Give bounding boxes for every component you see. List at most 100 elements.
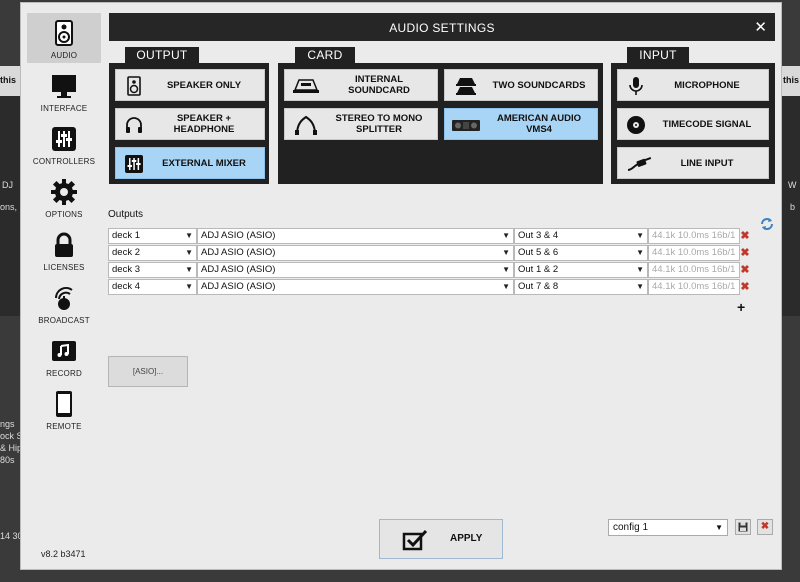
background-text: b <box>790 202 796 212</box>
deck-select[interactable]: deck 1 ▼ <box>108 228 197 244</box>
format-field[interactable]: 44.1k 10.0ms 16b/1 <box>648 262 740 278</box>
option-label: SPEAKER + HEADPHONE <box>173 113 235 135</box>
sidebar-item-options[interactable]: OPTIONS <box>27 172 101 222</box>
sidebar-item-label: RECORD <box>46 369 82 378</box>
option-label: AMERICAN AUDIO VMS4 <box>496 113 582 135</box>
deck-select[interactable]: deck 4 ▼ <box>108 279 197 295</box>
channel-value: Out 3 & 4 <box>518 230 559 241</box>
chevron-down-icon: ▼ <box>715 523 723 532</box>
cable-plug-icon <box>627 157 652 171</box>
monitor-icon <box>52 75 76 98</box>
device-select[interactable]: ADJ ASIO (ASIO) ▼ <box>197 245 514 261</box>
sidebar-item-interface[interactable]: INTERFACE <box>27 66 101 116</box>
channel-select[interactable]: Out 5 & 6 ▼ <box>514 245 648 261</box>
option-label: LINE INPUT <box>680 157 734 169</box>
channel-select[interactable]: Out 1 & 2 ▼ <box>514 262 648 278</box>
option-label: TWO SOUNDCARDS <box>492 79 586 91</box>
channel-select[interactable]: Out 7 & 8 ▼ <box>514 279 648 295</box>
table-row: deck 1 ▼ ADJ ASIO (ASIO) ▼ Out 3 & 4 ▼ 44.1… <box>108 228 740 244</box>
sidebar-item-label: CONTROLLERS <box>32 157 96 166</box>
chevron-down-icon: ▼ <box>636 248 644 257</box>
device-value: ADJ ASIO (ASIO) <box>201 230 276 241</box>
sidebar-item-licenses[interactable]: LICENSES <box>27 225 101 275</box>
sidebar-item-audio[interactable]: AUDIO <box>27 13 101 63</box>
speaker-icon <box>55 20 73 46</box>
soundcard-icon <box>293 79 319 93</box>
device-select[interactable]: ADJ ASIO (ASIO) ▼ <box>197 228 514 244</box>
format-field[interactable]: 44.1k 10.0ms 16b/1 <box>648 228 740 244</box>
save-icon <box>738 522 748 532</box>
delete-icon: ✖ <box>760 521 770 532</box>
chevron-down-icon: ▼ <box>502 265 510 274</box>
chevron-down-icon: ▼ <box>502 231 510 240</box>
mixer-icon <box>125 155 143 173</box>
option-label: SPEAKER ONLY <box>166 79 242 91</box>
config-select[interactable]: config 1 ▼ <box>608 519 728 536</box>
internal-soundcard-button[interactable]: INTERNAL SOUNDCARD <box>284 69 438 101</box>
speaker-only-button[interactable]: SPEAKER ONLY <box>115 69 265 101</box>
delete-icon[interactable]: ✖ <box>740 279 750 295</box>
add-output-button[interactable]: + <box>737 299 745 315</box>
format-field[interactable]: 44.1k 10.0ms 16b/1 <box>648 245 740 261</box>
channel-select[interactable]: Out 3 & 4 ▼ <box>514 228 648 244</box>
speaker-headphone-button[interactable]: SPEAKER + HEADPHONE <box>115 108 265 140</box>
channel-value: Out 5 & 6 <box>518 247 559 258</box>
apply-button[interactable]: APPLY <box>379 519 503 559</box>
format-field[interactable]: 44.1k 10.0ms 16b/1 <box>648 279 740 295</box>
table-row: deck 2 ▼ ADJ ASIO (ASIO) ▼ Out 5 & 6 ▼ 44.1… <box>108 245 740 261</box>
chevron-down-icon: ▼ <box>185 265 193 274</box>
card-panel: INTERNAL SOUNDCARD TWO SOUNDCARDS STEREO… <box>278 63 603 184</box>
refresh-icon[interactable] <box>759 216 775 232</box>
table-row: deck 3 ▼ ADJ ASIO (ASIO) ▼ Out 1 & 2 ▼ 44.1… <box>108 262 740 278</box>
sidebar-item-label: OPTIONS <box>45 210 83 219</box>
two-soundcards-icon <box>456 78 476 95</box>
two-soundcards-button[interactable]: TWO SOUNDCARDS <box>444 69 598 101</box>
tablet-icon <box>56 391 72 417</box>
close-icon[interactable]: ✕ <box>754 18 767 36</box>
sidebar-item-controllers[interactable]: CONTROLLERS <box>27 119 101 169</box>
apply-label: APPLY <box>450 533 483 544</box>
sidebar-item-record[interactable]: RECORD <box>27 331 101 381</box>
channel-value: Out 7 & 8 <box>518 281 559 292</box>
microphone-button[interactable]: MICROPHONE <box>617 69 769 101</box>
background-text: 80s <box>0 455 15 465</box>
american-audio-vms4-button[interactable]: AMERICAN AUDIO VMS4 <box>444 108 598 140</box>
timecode-signal-button[interactable]: TIMECODE SIGNAL <box>617 108 769 140</box>
delete-icon[interactable]: ✖ <box>740 228 750 244</box>
background-text: ons, <box>0 202 18 212</box>
line-input-button[interactable]: LINE INPUT <box>617 147 769 179</box>
device-value: ADJ ASIO (ASIO) <box>201 247 276 258</box>
speaker-icon <box>127 76 141 96</box>
input-panel: MICROPHONE TIMECODE SIGNAL LINE INPUT <box>611 63 775 184</box>
sidebar-item-label: REMOTE <box>46 422 82 431</box>
delete-icon[interactable]: ✖ <box>740 245 750 261</box>
deck-select[interactable]: deck 3 ▼ <box>108 262 197 278</box>
deck-select[interactable]: deck 2 ▼ <box>108 245 197 261</box>
table-row: deck 4 ▼ ADJ ASIO (ASIO) ▼ Out 7 & 8 ▼ 44.1… <box>108 279 740 295</box>
delete-icon[interactable]: ✖ <box>740 262 750 278</box>
device-select[interactable]: ADJ ASIO (ASIO) ▼ <box>197 262 514 278</box>
title-bar: AUDIO SETTINGS ✕ <box>109 13 775 41</box>
sidebar-item-label: LICENSES <box>43 263 85 272</box>
chevron-down-icon: ▼ <box>502 248 510 257</box>
external-mixer-button[interactable]: EXTERNAL MIXER <box>115 147 265 179</box>
option-label: EXTERNAL MIXER <box>162 157 246 169</box>
background-text: ngs <box>0 419 15 429</box>
background-text: W <box>788 180 797 190</box>
device-select[interactable]: ADJ ASIO (ASIO) ▼ <box>197 279 514 295</box>
chevron-down-icon: ▼ <box>636 231 644 240</box>
chevron-down-icon: ▼ <box>636 265 644 274</box>
sidebar-item-remote[interactable]: REMOTE <box>27 384 101 434</box>
window-title: AUDIO SETTINGS <box>389 21 495 35</box>
save-config-button[interactable] <box>735 519 751 535</box>
deck-value: deck 3 <box>112 264 140 275</box>
sidebar-item-broadcast[interactable]: BROADCAST <box>27 278 101 328</box>
background-text: DJ <box>2 180 13 190</box>
broadcast-icon <box>55 287 73 310</box>
stereo-to-mono-splitter-button[interactable]: STEREO TO MONO SPLITTER <box>284 108 438 140</box>
delete-config-button[interactable]: ✖ <box>757 519 773 535</box>
deck-value: deck 2 <box>112 247 140 258</box>
asio-config-button[interactable]: [ASIO]... <box>108 356 188 387</box>
option-label: MICROPHONE <box>674 79 740 91</box>
splitter-cable-icon <box>295 115 317 135</box>
